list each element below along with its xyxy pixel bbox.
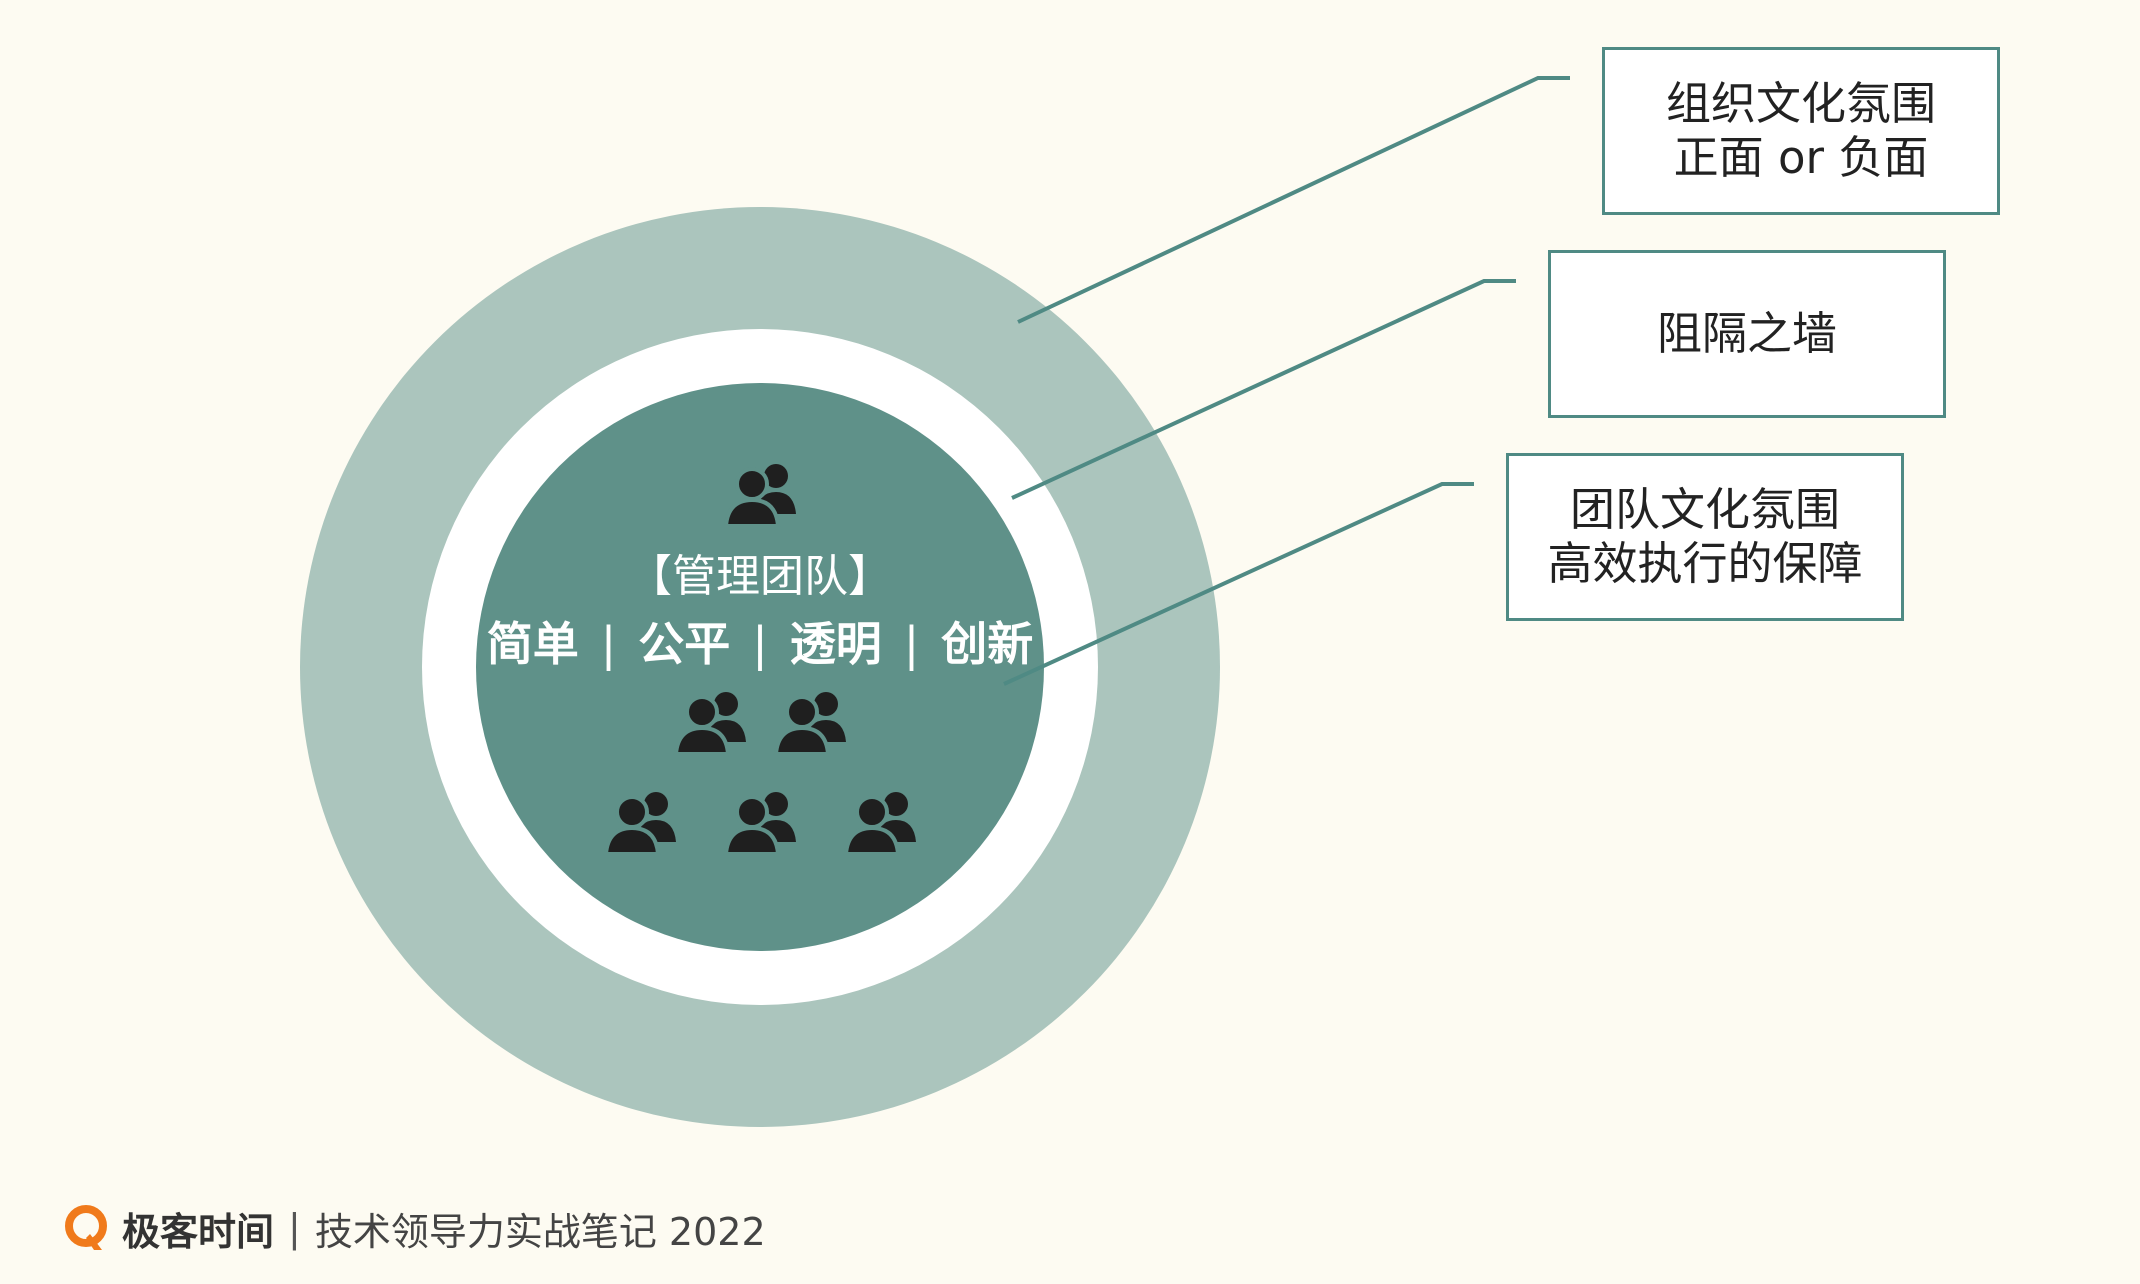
core-value-simple: 简单 (486, 617, 579, 671)
callout-team-culture-line2: 高效执行的保障 (1547, 537, 1863, 590)
footer: 极客时间 | 技术领导力实战笔记 2022 (64, 1200, 766, 1256)
value-separator: | (903, 617, 920, 671)
value-separator: | (752, 617, 768, 671)
course-title: 技术领导力实战笔记 2022 (314, 1209, 766, 1254)
callout-org-culture-line2: 正面 or 负面 (1673, 131, 1929, 184)
core-values-row: 简单 | 公平 | 透明 | 创新 (460, 608, 1060, 674)
connector-line-org-culture (1017, 76, 1570, 324)
footer-divider: | (288, 1206, 301, 1250)
callout-wall-line1: 阻隔之墙 (1656, 307, 1837, 360)
callout-org-culture: 组织文化氛围 正面 or 负面 (1602, 47, 2000, 215)
value-separator: | (600, 617, 617, 671)
callout-org-culture-line1: 组织文化氛围 (1665, 77, 1936, 130)
callout-wall: 阻隔之墙 (1548, 250, 1946, 418)
core-value-innovation: 创新 (941, 617, 1034, 671)
callout-team-culture: 团队文化氛围 高效执行的保障 (1506, 453, 1904, 621)
core-team-title: 【管理团队】 (628, 551, 892, 602)
geektime-logo-icon (65, 1205, 107, 1250)
core-value-transparent: 透明 (789, 617, 882, 671)
core-value-fair: 公平 (638, 617, 731, 671)
brand-name: 极客时间 (122, 1209, 275, 1254)
callout-team-culture-line1: 团队文化氛围 (1569, 483, 1840, 536)
